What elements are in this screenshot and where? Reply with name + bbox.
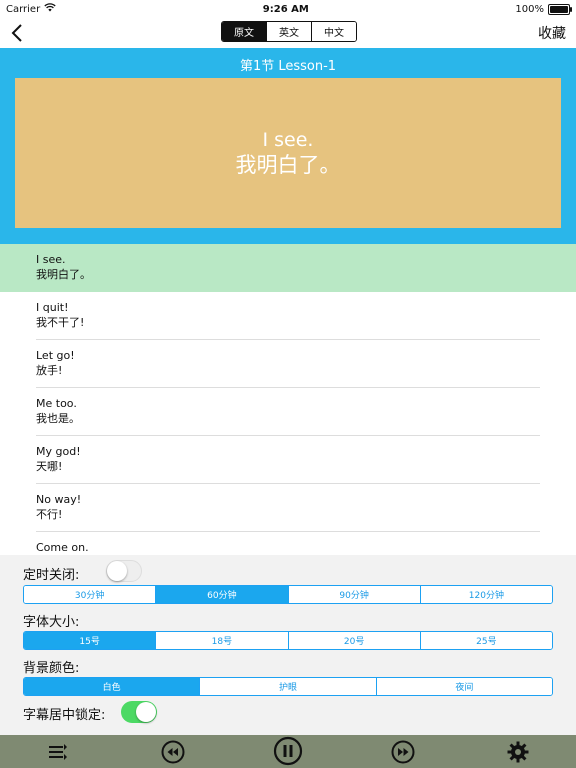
- list-item[interactable]: I see. 我明白了。: [0, 244, 576, 292]
- sentence-english: Let go!: [36, 349, 75, 362]
- battery-percent: 100%: [515, 3, 544, 15]
- wifi-icon: [44, 3, 56, 15]
- fast-forward-icon: [391, 740, 415, 764]
- list-item[interactable]: No way! 不行!: [0, 484, 576, 532]
- settings-button[interactable]: [505, 739, 531, 765]
- sentence-english: I quit!: [36, 301, 69, 314]
- sentence-english: My god!: [36, 445, 81, 458]
- player-toolbar: [0, 735, 576, 768]
- font-size-label: 字体大小:: [23, 615, 80, 630]
- sentence-english: No way!: [36, 493, 82, 506]
- list-item[interactable]: Come on.: [0, 532, 576, 555]
- settings-gear-icon: [507, 741, 529, 763]
- background-color-label: 背景颜色:: [23, 661, 80, 676]
- sentence-chinese: 放手!: [36, 364, 63, 377]
- sentence-english: Me too.: [36, 397, 77, 410]
- font-size-option-20[interactable]: 20号: [287, 632, 420, 649]
- sentence-chinese: 天哪!: [36, 460, 63, 473]
- background-option-white[interactable]: 白色: [24, 678, 200, 695]
- timer-option-90[interactable]: 90分钟: [287, 586, 420, 603]
- playlist-button[interactable]: [45, 739, 71, 765]
- font-size-options: 15号 18号 20号 25号: [23, 631, 553, 650]
- rewind-icon: [161, 740, 185, 764]
- font-size-option-18[interactable]: 18号: [155, 632, 288, 649]
- tab-original[interactable]: 原文: [222, 22, 266, 41]
- pause-icon: [273, 736, 303, 766]
- settings-panel: 定时关闭: 30分钟 60分钟 90分钟 120分钟 字体大小: 15号 18号…: [0, 555, 576, 735]
- back-button[interactable]: [6, 22, 28, 44]
- toggle-knob: [136, 702, 156, 722]
- battery-icon: [548, 3, 572, 15]
- background-option-night[interactable]: 夜间: [375, 678, 552, 695]
- tab-english[interactable]: 英文: [266, 22, 311, 41]
- carrier-label: Carrier: [6, 3, 41, 15]
- font-size-option-15[interactable]: 15号: [24, 632, 156, 649]
- timer-option-60[interactable]: 60分钟: [155, 586, 288, 603]
- clock: 9:26 AM: [262, 3, 309, 15]
- list-item[interactable]: Let go! 放手!: [0, 340, 576, 388]
- status-bar: Carrier 9:26 AM 100%: [0, 0, 576, 18]
- sentence-english: Come on.: [36, 541, 89, 554]
- lesson-header: 第1节 Lesson-1 I see. 我明白了。: [0, 48, 576, 244]
- fast-forward-button[interactable]: [390, 739, 416, 765]
- background-option-eye-care[interactable]: 护眼: [199, 678, 376, 695]
- sentence-list[interactable]: I see. 我明白了。 I quit! 我不干了! Let go! 放手! M…: [0, 244, 576, 555]
- sentence-english: I see.: [36, 253, 66, 266]
- center-lock-toggle[interactable]: [121, 701, 157, 723]
- chevron-left-icon: [11, 24, 22, 42]
- sentence-chinese: 不行!: [36, 508, 63, 521]
- background-color-options: 白色 护眼 夜间: [23, 677, 553, 696]
- rewind-button[interactable]: [160, 739, 186, 765]
- favorite-button[interactable]: 收藏: [538, 23, 566, 43]
- tab-chinese[interactable]: 中文: [311, 22, 356, 41]
- list-item[interactable]: Me too. 我也是。: [0, 388, 576, 436]
- center-lock-label: 字幕居中锁定:: [23, 708, 106, 723]
- list-item[interactable]: I quit! 我不干了!: [0, 292, 576, 340]
- sentence-chinese: 我不干了!: [36, 316, 85, 329]
- timer-label: 定时关闭:: [23, 568, 80, 583]
- text-mode-segmented-control: 原文 英文 中文: [221, 21, 357, 42]
- timer-toggle[interactable]: [106, 560, 142, 582]
- navigation-bar: 原文 英文 中文 收藏: [0, 18, 576, 48]
- current-sentence-card: I see. 我明白了。: [15, 78, 561, 228]
- list-item[interactable]: My god! 天哪!: [0, 436, 576, 484]
- playlist-icon: [49, 744, 67, 760]
- pause-button[interactable]: [273, 736, 303, 766]
- toggle-knob: [107, 561, 127, 581]
- timer-options: 30分钟 60分钟 90分钟 120分钟: [23, 585, 553, 604]
- timer-option-30[interactable]: 30分钟: [24, 586, 156, 603]
- font-size-option-25[interactable]: 25号: [419, 632, 552, 649]
- timer-option-120[interactable]: 120分钟: [419, 586, 552, 603]
- card-chinese-text: 我明白了。: [235, 153, 341, 177]
- lesson-title: 第1节 Lesson-1: [239, 59, 337, 74]
- sentence-chinese: 我也是。: [36, 412, 80, 425]
- sentence-chinese: 我明白了。: [36, 268, 91, 281]
- card-english-text: I see.: [262, 129, 314, 151]
